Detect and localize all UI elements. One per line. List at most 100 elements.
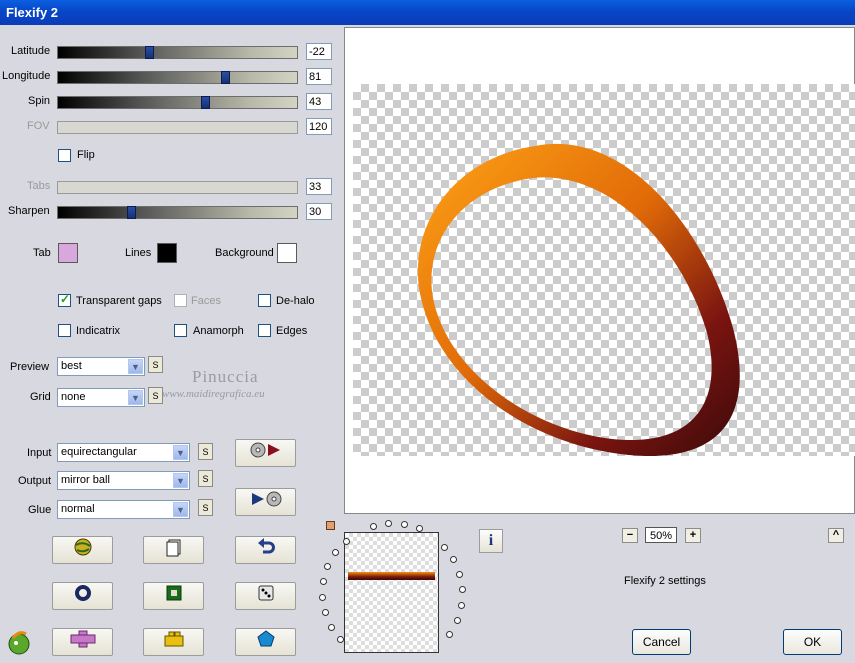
indicatrix-checkbox[interactable] [58,324,71,337]
value-field-latitude[interactable]: -22 [306,43,332,60]
preview-label: Preview [10,361,50,373]
info-button[interactable]: i [479,529,503,553]
preview-value: best [61,360,82,372]
preset-thumbnail[interactable] [344,532,439,653]
preset-dot[interactable] [453,617,461,625]
glue-select[interactable]: normal ▼ [57,500,190,519]
anamorph-checkbox[interactable] [174,324,187,337]
slider-thumb[interactable] [127,206,136,219]
glue-s-button[interactable]: S [198,499,213,516]
flip-checkbox[interactable] [58,149,71,162]
window-title: Flexify 2 [6,5,59,20]
cross-shape-button[interactable] [52,628,113,656]
ok-button[interactable]: OK [783,629,842,655]
brick-shape-button[interactable] [143,628,204,656]
pentagon-shape-button[interactable] [235,628,296,656]
transparent-gaps-label: Transparent gaps [76,295,162,307]
tab-color-label: Tab [33,247,51,259]
dice-button[interactable] [235,582,296,610]
grid-s-button[interactable]: S [148,387,163,404]
preset-dot[interactable] [457,602,465,610]
frame-icon [166,585,181,601]
transparent-gaps-checkbox[interactable]: ✓ [58,292,71,307]
zoom-out-button[interactable]: − [622,528,638,543]
input-label: Input [27,447,52,459]
slider-label-latitude: Latitude [11,45,51,57]
input-value: equirectangular [61,446,137,458]
flexify-logo-icon [6,628,32,659]
cancel-button[interactable]: Cancel [632,629,691,655]
disc-arrow-right-icon [250,442,280,458]
tab-color-swatch[interactable] [58,243,78,263]
randomize-button[interactable] [52,536,113,564]
input-s-button[interactable]: S [198,443,213,460]
slider-label-longitude: Longitude [2,70,51,82]
output-value: mirror ball [61,474,110,486]
slider-spin[interactable] [57,96,298,109]
preset-dot[interactable] [369,522,377,530]
preset-dot[interactable] [336,636,344,644]
glue-label: Glue [28,504,52,516]
slider-latitude[interactable] [57,46,298,59]
swap-input-button[interactable] [235,439,296,467]
output-s-button[interactable]: S [198,470,213,487]
chevron-down-icon: ▼ [173,473,188,488]
frame-shape-button[interactable] [143,582,204,610]
slider-tabs[interactable] [57,181,298,194]
undo-icon [257,538,275,554]
anamorph-label: Anamorph [193,325,244,337]
flip-label: Flip [77,149,95,161]
swap-output-button[interactable] [235,488,296,516]
value-field-sharpen[interactable]: 30 [306,203,332,220]
grid-select[interactable]: none ▼ [57,388,145,407]
zoom-in-button[interactable]: + [685,528,701,543]
preset-dot[interactable] [327,623,335,631]
value-field-tabs[interactable]: 33 [306,178,332,195]
value-field-fov[interactable]: 120 [306,118,332,135]
preset-dot[interactable] [320,577,328,585]
undo-button[interactable] [235,536,296,564]
de-halo-checkbox[interactable] [258,294,271,307]
preset-dot[interactable] [319,593,327,601]
de-halo-label: De-halo [276,295,315,307]
value-field-spin[interactable]: 43 [306,93,332,110]
watermark-name: Pinuccia [192,367,259,386]
zoom-level: 50% [645,527,677,543]
output-select[interactable]: mirror ball ▼ [57,471,190,490]
slider-longitude[interactable] [57,71,298,84]
background-color-swatch[interactable] [277,243,297,263]
faces-checkbox[interactable] [174,294,187,307]
value-field-longitude[interactable]: 81 [306,68,332,85]
ring-shape-button[interactable] [52,582,113,610]
glue-value: normal [61,503,95,515]
slider-thumb[interactable] [145,46,154,59]
ring-icon [74,585,91,601]
preview-canvas[interactable] [344,27,855,514]
watermark-url: www.maidiregrafica.eu [162,388,265,400]
grid-label: Grid [30,391,51,403]
checkmark-icon: ✓ [60,292,71,306]
faces-label: Faces [191,295,221,307]
chevron-down-icon: ▼ [128,359,143,374]
lines-color-swatch[interactable] [157,243,177,263]
slider-fov[interactable] [57,121,298,134]
slider-thumb[interactable] [221,71,230,84]
collapse-button[interactable]: ^ [828,528,844,543]
copy-button[interactable] [143,536,204,564]
preview-s-button[interactable]: S [148,356,163,373]
input-select[interactable]: equirectangular ▼ [57,443,190,462]
preview-select[interactable]: best ▼ [57,357,145,376]
brick-icon [164,631,183,647]
preset-dot[interactable] [321,609,329,617]
slider-label-spin: Spin [28,95,51,107]
preset-dot[interactable] [445,630,453,638]
output-label: Output [18,475,52,487]
preset-dot[interactable] [342,537,350,545]
slider-thumb[interactable] [201,96,210,109]
slider-label-tabs: Tabs [27,180,51,192]
settings-name: Flexify 2 settings [624,575,706,587]
slider-sharpen[interactable] [57,206,298,219]
edges-checkbox[interactable] [258,324,271,337]
globe-icon [74,538,91,556]
grid-value: none [61,391,86,403]
